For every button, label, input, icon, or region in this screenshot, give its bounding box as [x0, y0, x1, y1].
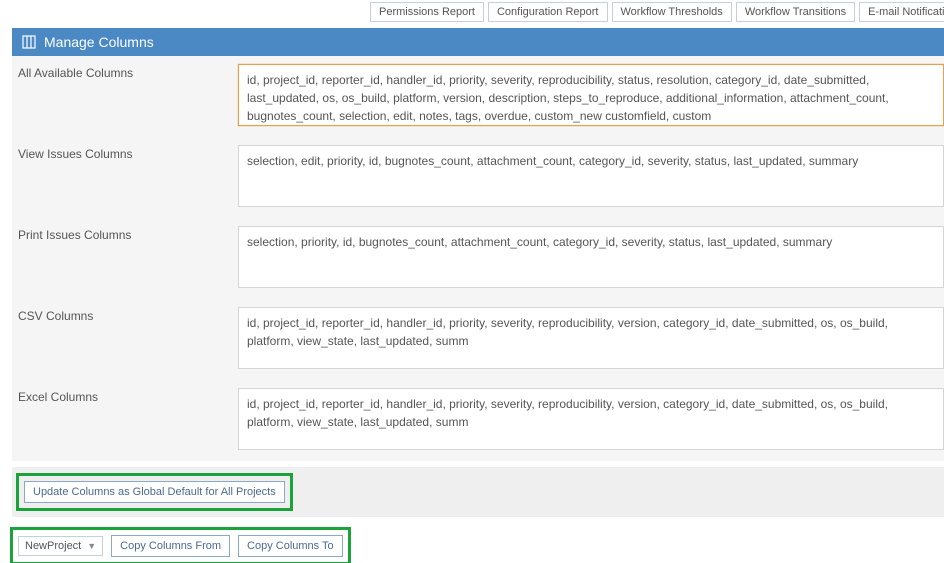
- tab-permissions-report[interactable]: Permissions Report: [370, 2, 484, 22]
- tab-email-notifications[interactable]: E-mail Notifications: [859, 2, 944, 22]
- row-excel: Excel Columns: [12, 380, 944, 461]
- chevron-down-icon: ▼: [87, 541, 96, 551]
- label-all-available: All Available Columns: [18, 64, 228, 80]
- tab-workflow-transitions[interactable]: Workflow Transitions: [736, 2, 855, 22]
- tab-configuration-report[interactable]: Configuration Report: [488, 2, 608, 22]
- project-select[interactable]: NewProject ▼: [18, 536, 103, 556]
- project-select-value: NewProject: [25, 540, 81, 552]
- columns-form: All Available Columns View Issues Column…: [12, 56, 944, 461]
- row-view-issues: View Issues Columns: [12, 137, 944, 218]
- label-excel: Excel Columns: [18, 388, 228, 404]
- columns-icon: [22, 35, 36, 49]
- label-csv: CSV Columns: [18, 307, 228, 323]
- label-view-issues: View Issues Columns: [18, 145, 228, 161]
- input-all-available[interactable]: [238, 64, 944, 126]
- input-excel[interactable]: [238, 388, 944, 450]
- update-columns-global-button[interactable]: Update Columns as Global Default for All…: [24, 481, 285, 503]
- config-tabs: Permissions Report Configuration Report …: [0, 0, 944, 28]
- label-print-issues: Print Issues Columns: [18, 226, 228, 242]
- input-csv[interactable]: [238, 307, 944, 369]
- tab-workflow-thresholds[interactable]: Workflow Thresholds: [612, 2, 732, 22]
- update-action-bar: Update Columns as Global Default for All…: [12, 467, 944, 517]
- input-print-issues[interactable]: [238, 226, 944, 288]
- panel-title: Manage Columns: [44, 34, 154, 50]
- copy-columns-to-button[interactable]: Copy Columns To: [238, 535, 343, 557]
- panel-header: Manage Columns: [12, 28, 944, 56]
- input-view-issues[interactable]: [238, 145, 944, 207]
- row-print-issues: Print Issues Columns: [12, 218, 944, 299]
- copy-columns-from-button[interactable]: Copy Columns From: [111, 535, 230, 557]
- row-all-available: All Available Columns: [12, 56, 944, 137]
- row-csv: CSV Columns: [12, 299, 944, 380]
- copy-action-bar: NewProject ▼ Copy Columns From Copy Colu…: [12, 529, 349, 563]
